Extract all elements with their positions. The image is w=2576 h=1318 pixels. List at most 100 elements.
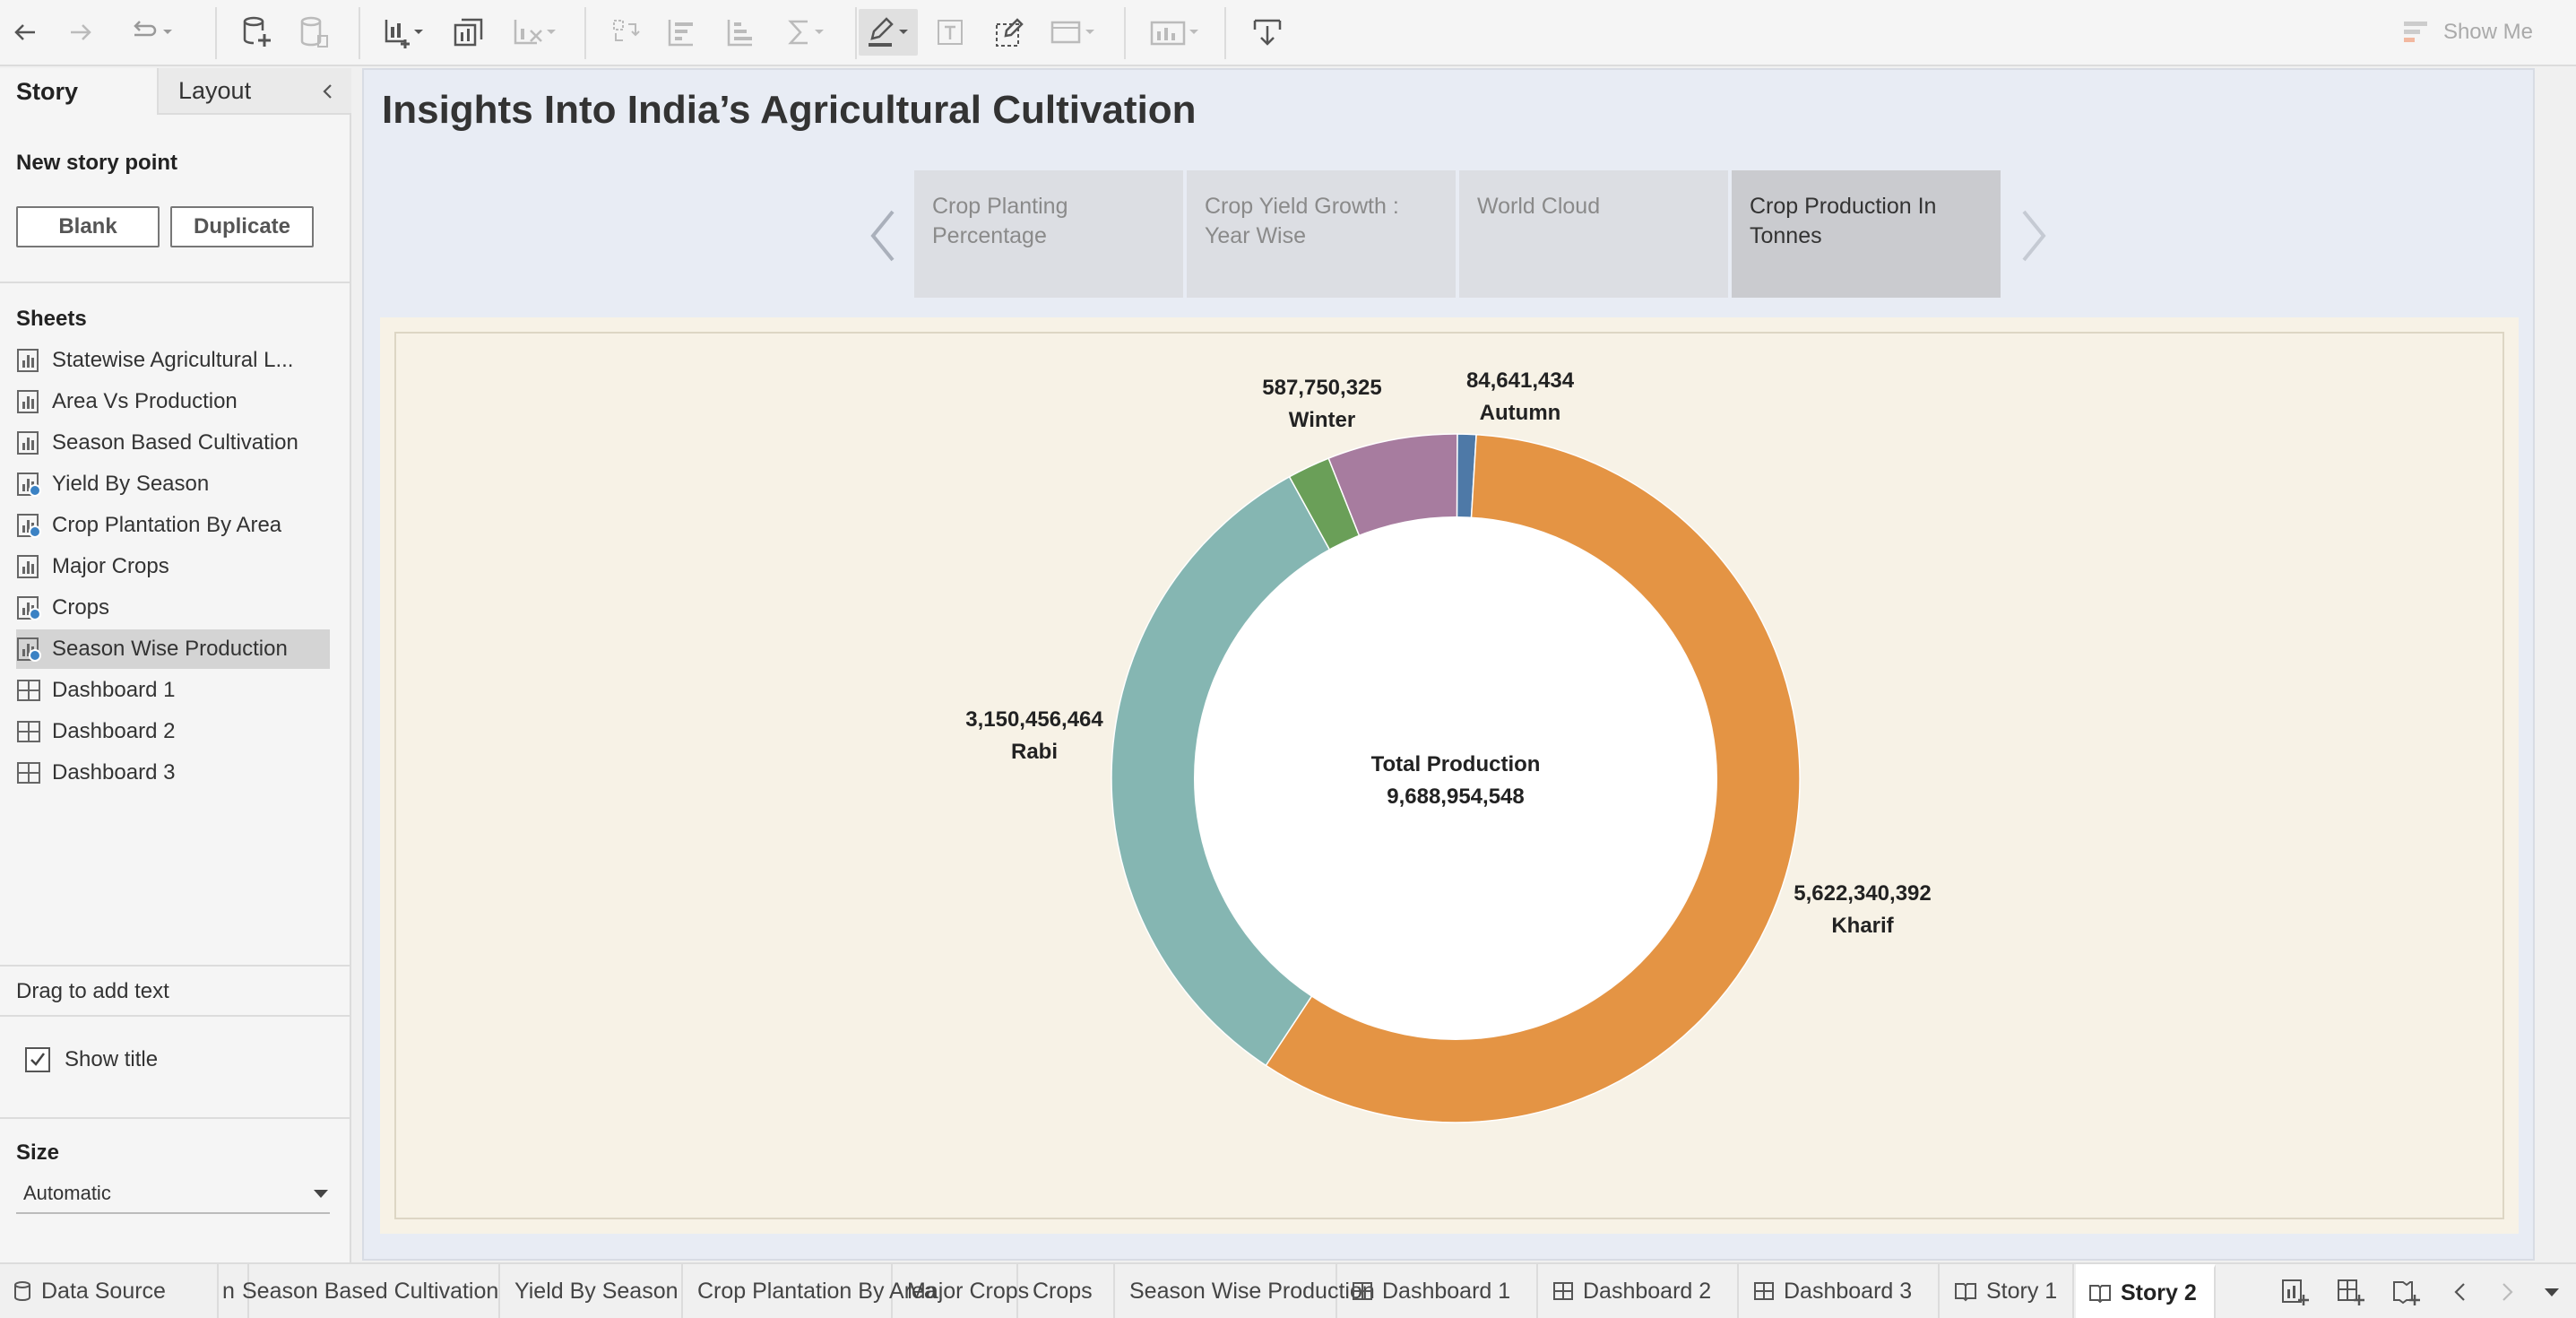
sheet-item[interactable]: Statewise Agricultural L... (16, 341, 330, 380)
presentation-icon (1150, 21, 1186, 46)
sort-ascending-button[interactable] (661, 9, 701, 56)
show-title-checkbox[interactable] (25, 1047, 50, 1072)
fit-icon (1050, 21, 1081, 44)
duplicate-sheet-button[interactable] (446, 9, 491, 56)
story-point-content: Total Production 9,688,954,548 84,641,43… (380, 317, 2519, 1234)
next-story-point-icon[interactable] (2015, 204, 2051, 267)
dashboard-icon (1352, 1280, 1373, 1302)
sheet-tab[interactable]: Crop Plantation By Area (685, 1264, 937, 1318)
sheet-item[interactable]: Major Crops (16, 547, 330, 586)
clear-sheet-button[interactable] (507, 9, 563, 56)
sheet-tab[interactable]: Dashboard 3 (1741, 1264, 1940, 1318)
story-point-2[interactable]: Crop Yield Growth : Year Wise (1187, 170, 1456, 298)
scroll-tabs-right-icon[interactable] (2492, 1277, 2522, 1307)
clear-sheet-icon (514, 20, 542, 45)
new-data-source-button[interactable] (235, 9, 280, 56)
slice-name-label: Winter (1289, 408, 1355, 432)
new-dashboard-tab-icon[interactable] (2336, 1277, 2366, 1307)
sheet-item[interactable]: Dashboard 2 (16, 712, 330, 751)
new-worksheet-tab-icon[interactable] (2280, 1277, 2311, 1307)
dropdown-caret-icon (163, 30, 172, 34)
dropdown-caret-icon (815, 30, 824, 34)
show-me-icon (2403, 22, 2427, 42)
sheet-tab[interactable]: Major Crops (895, 1264, 1029, 1318)
chevron-down-icon (314, 1190, 328, 1198)
sheet-item[interactable]: Crops (16, 588, 330, 628)
worksheet-icon (16, 472, 41, 497)
new-worksheet-button[interactable] (376, 9, 432, 56)
show-me-button[interactable]: Show Me (2402, 9, 2533, 56)
tabs-menu-icon[interactable] (2537, 1277, 2567, 1307)
previous-story-point-icon[interactable] (866, 204, 902, 267)
size-dropdown[interactable]: Automatic (16, 1175, 330, 1214)
sheet-tab-label: Season Based Cultivation (242, 1278, 499, 1304)
sheet-tab-label: Crops (1033, 1278, 1093, 1304)
sheet-item[interactable]: Season Based Cultivation (16, 423, 330, 463)
story-point-3[interactable]: World Cloud (1459, 170, 1728, 298)
sheet-tab[interactable]: Season Wise Production (1117, 1264, 1375, 1318)
slice-value-label: 5,622,340,392 (1794, 881, 1931, 906)
drag-to-add-text[interactable]: Drag to add text (16, 979, 169, 1004)
sheet-tab[interactable]: Story 1 (1941, 1264, 2074, 1318)
center-total: 9,688,954,548 (1387, 785, 1524, 809)
database-icon (300, 16, 328, 48)
sheet-item[interactable]: Dashboard 1 (16, 671, 330, 710)
sheet-tab[interactable]: Dashboard 1 (1339, 1264, 1538, 1318)
show-mark-labels-button[interactable] (930, 9, 970, 56)
new-worksheet-icon (385, 20, 410, 48)
story-point-1[interactable]: Crop Planting Percentage (914, 170, 1183, 298)
sheet-tab-label: Dashboard 1 (1382, 1278, 1511, 1304)
sheet-tab[interactable]: Yield By Season (502, 1264, 683, 1318)
toolbar: Show Me (0, 0, 2576, 66)
download-icon (1253, 19, 1282, 46)
sheet-item[interactable]: Yield By Season (16, 464, 330, 504)
fit-button[interactable] (1043, 9, 1102, 56)
format-workbook-button[interactable] (990, 9, 1029, 56)
add-database-icon (243, 16, 271, 47)
sheet-tab[interactable]: Dashboard 2 (1540, 1264, 1739, 1318)
highlight-button[interactable] (859, 9, 918, 56)
chart-frame: Total Production 9,688,954,548 84,641,43… (394, 332, 2504, 1219)
undo-button[interactable] (5, 9, 45, 56)
sheet-item[interactable]: Season Wise Production (16, 629, 330, 669)
sheet-tab[interactable]: Story 2 (2076, 1264, 2216, 1318)
sheet-item[interactable]: Area Vs Production (16, 382, 330, 421)
story-point-4-active[interactable]: Crop Production In Tonnes (1732, 170, 2001, 298)
scroll-tabs-left-icon[interactable] (2445, 1277, 2476, 1307)
slice-name-label: Kharif (1831, 914, 1894, 938)
text-label-icon (938, 20, 963, 45)
download-button[interactable] (1248, 9, 1287, 56)
new-story-tab-icon[interactable] (2391, 1277, 2422, 1307)
totals-button[interactable] (780, 9, 832, 56)
in-use-badge-icon (29, 608, 41, 620)
tab-story[interactable]: Story (0, 68, 157, 115)
size-heading: Size (16, 1140, 60, 1165)
show-title-toggle[interactable]: Show title (25, 1047, 158, 1072)
blank-button[interactable]: Blank (16, 206, 160, 247)
collapse-pane-icon (323, 84, 332, 99)
sheet-item[interactable]: Dashboard 3 (16, 753, 330, 793)
sheet-tab[interactable]: Data Source (0, 1264, 219, 1318)
sheet-tab-label: Story 1 (1986, 1278, 2058, 1304)
worksheet-icon (16, 637, 41, 662)
tab-layout-label: Layout (178, 76, 252, 104)
replay-button[interactable] (118, 9, 185, 56)
sheet-tab[interactable]: Crops (1020, 1264, 1115, 1318)
swap-rows-columns-button[interactable] (606, 9, 645, 56)
sheet-tab[interactable]: Season Based Cultivation (229, 1264, 500, 1318)
redo-button[interactable] (61, 9, 100, 56)
sort-descending-icon (727, 20, 752, 47)
story-title[interactable]: Insights Into India’s Agricultural Culti… (382, 88, 1197, 133)
duplicate-button[interactable]: Duplicate (170, 206, 314, 247)
tab-layout[interactable]: Layout (157, 68, 351, 115)
slice-name-label: Autumn (1480, 401, 1561, 425)
sort-descending-button[interactable] (721, 9, 760, 56)
sheet-tab-label: Dashboard 3 (1784, 1278, 1913, 1304)
pause-updates-button[interactable] (292, 9, 337, 56)
sheet-item[interactable]: Crop Plantation By Area (16, 506, 330, 545)
presentation-mode-button[interactable] (1144, 9, 1206, 56)
undo-icon (14, 24, 35, 40)
dashboard-icon (1552, 1280, 1574, 1302)
format-icon (996, 18, 1024, 47)
tableau-app: Show Me Story Layout New story point Bla… (0, 0, 2576, 1318)
